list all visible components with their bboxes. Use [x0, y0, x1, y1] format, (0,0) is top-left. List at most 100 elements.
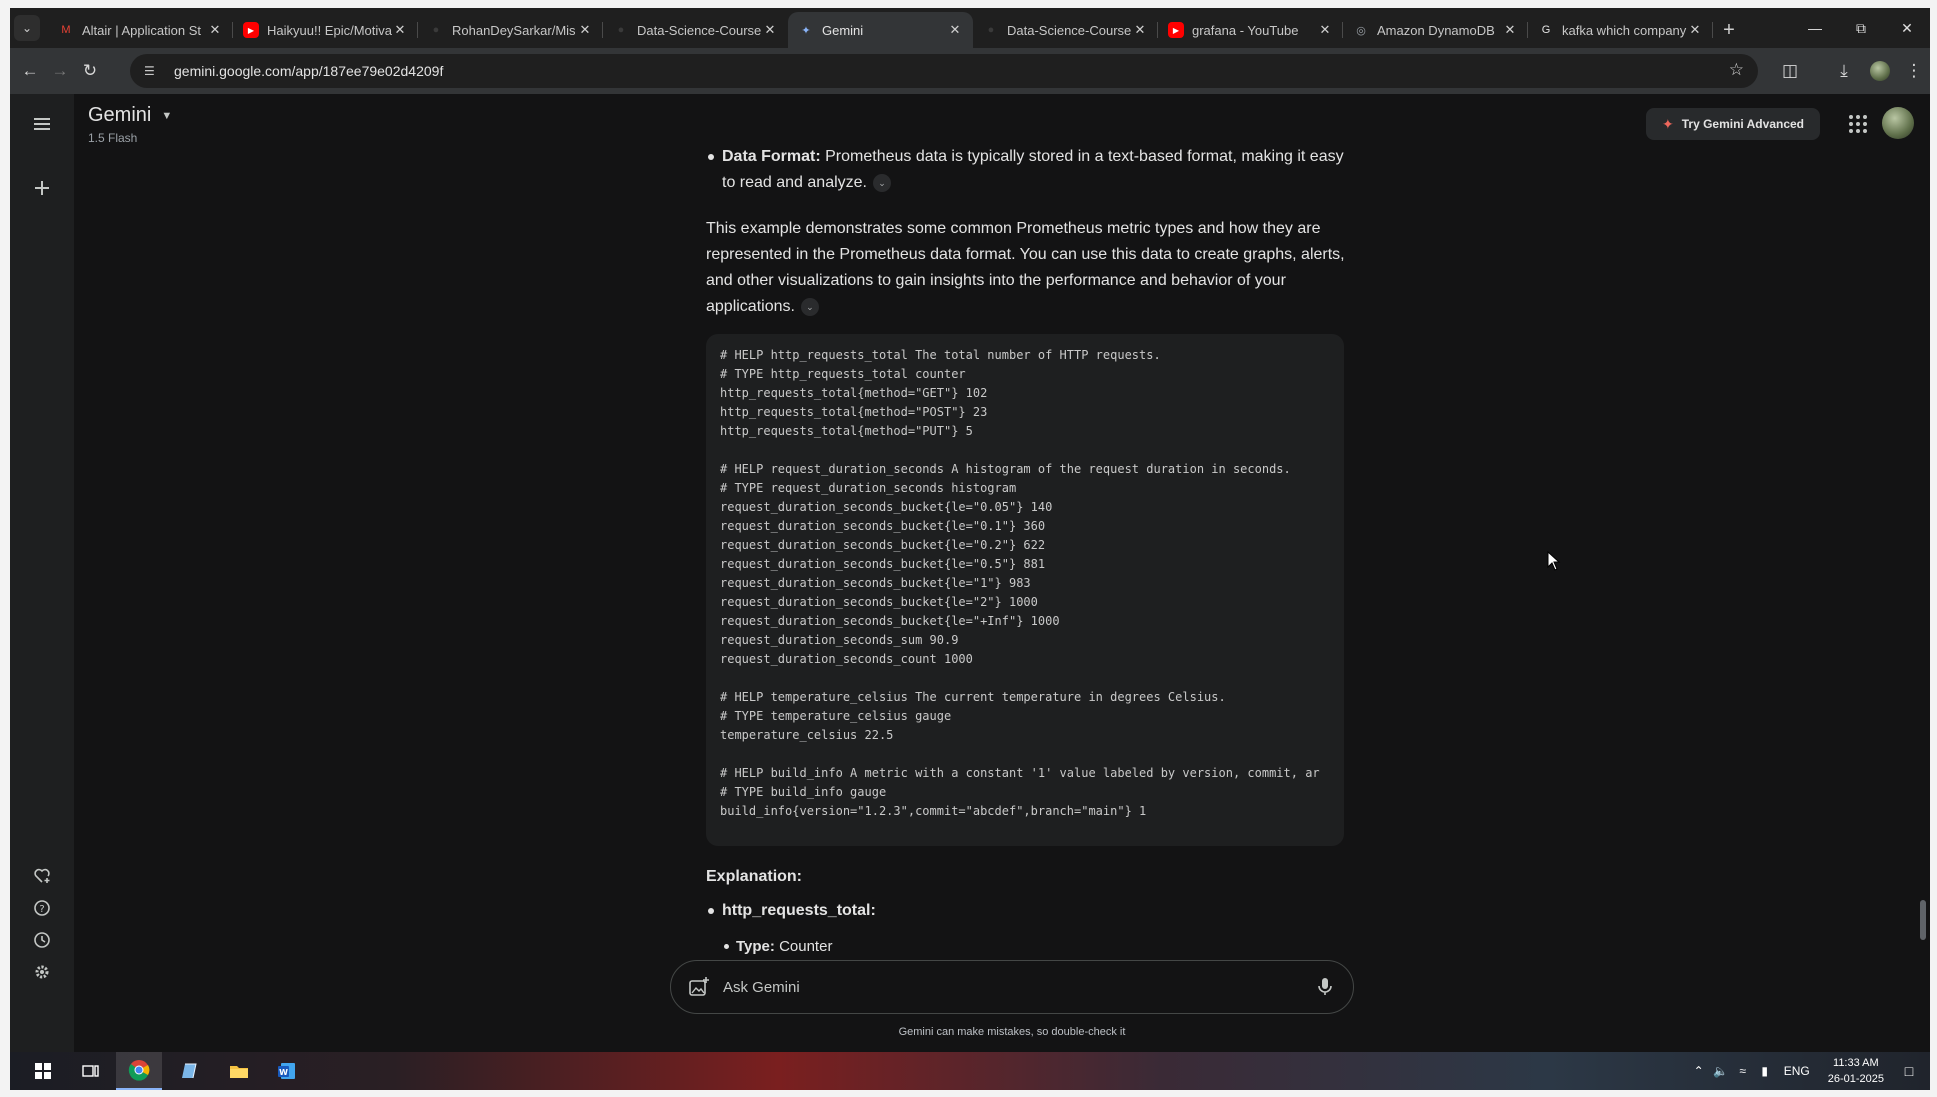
code-line: # HELP request_duration_seconds A histog…	[720, 462, 1291, 476]
model-name: 1.5 Flash	[88, 131, 138, 145]
history-icon	[34, 932, 50, 948]
tab-1[interactable]: M Altair | Application St ✕	[48, 12, 233, 48]
tab-7[interactable]: ▶ grafana - YouTube ✕	[1158, 12, 1343, 48]
extensions-button[interactable]: ◫	[1776, 57, 1804, 85]
url-text: gemini.google.com/app/187ee79e02d4209f	[174, 63, 444, 79]
list-item: http_requests_total:	[706, 898, 1356, 924]
try-advanced-button[interactable]: ✦ Try Gemini Advanced	[1646, 108, 1820, 140]
volume-icon[interactable]: 🔈	[1710, 1064, 1732, 1078]
code-block[interactable]: # HELP http_requests_total The total num…	[706, 334, 1344, 846]
code-line: http_requests_total{method="POST"} 23	[720, 405, 988, 419]
tab-2[interactable]: ▶ Haikyuu!! Epic/Motiva ✕	[233, 12, 418, 48]
back-button[interactable]: ←	[16, 57, 44, 85]
tab-search-button[interactable]: ⌄	[14, 15, 40, 41]
source-chip-icon[interactable]: ⌄	[873, 173, 891, 192]
address-bar[interactable]: ☰ gemini.google.com/app/187ee79e02d4209f…	[130, 54, 1758, 88]
close-window-button[interactable]: ✕	[1884, 8, 1930, 48]
help-button[interactable]: ?	[28, 894, 56, 922]
profile-button[interactable]	[1866, 57, 1894, 85]
taskbar-file-explorer[interactable]	[216, 1052, 262, 1090]
clock-time: 11:33 AM	[1833, 1057, 1879, 1069]
restore-button[interactable]: ⧉	[1838, 8, 1884, 48]
close-tab-icon[interactable]: ✕	[392, 22, 408, 38]
github-icon: ●	[987, 24, 995, 36]
gem-manager-button[interactable]	[28, 862, 56, 890]
github-icon: ●	[432, 24, 440, 36]
taskbar-word[interactable]: W	[264, 1052, 310, 1090]
gear-icon	[35, 965, 49, 979]
tab-5[interactable]: ✦ Gemini ✕	[788, 12, 973, 48]
hamburger-icon	[34, 118, 50, 130]
taskbar-app-notes[interactable]	[166, 1052, 212, 1090]
svg-text:?: ?	[39, 904, 44, 915]
close-tab-icon[interactable]: ✕	[947, 22, 963, 38]
activity-button[interactable]	[28, 926, 56, 954]
code-line: request_duration_seconds_count 1000	[720, 652, 973, 666]
tab-9[interactable]: Gkafka which company ✕	[1528, 12, 1713, 48]
profile-avatar-icon	[1870, 61, 1890, 81]
close-tab-icon[interactable]: ✕	[1317, 22, 1333, 38]
type-value: Counter	[774, 938, 833, 955]
chevron-up-icon[interactable]: ⌃	[1688, 1064, 1710, 1078]
bookmark-star-icon[interactable]: ☆	[1729, 60, 1744, 80]
windows-logo-icon	[35, 1063, 51, 1079]
code-line: # HELP http_requests_total The total num…	[720, 348, 1161, 362]
system-tray: ⌃ 🔈 ≈ ▮ ENG 11:33 AM 26-01-2025 □	[1688, 1052, 1930, 1090]
tab-list: M Altair | Application St ✕ ▶ Haikyuu!! Epic…	[48, 12, 1745, 48]
browser-menu-button[interactable]: ⋮	[1900, 57, 1928, 85]
prompt-input-box[interactable]	[670, 960, 1354, 1014]
battery-icon[interactable]: ▮	[1754, 1064, 1776, 1078]
close-tab-icon[interactable]: ✕	[1502, 22, 1518, 38]
settings-button[interactable]	[28, 958, 56, 986]
source-chip-icon[interactable]: ⌄	[800, 297, 819, 316]
mouse-cursor-icon	[1547, 551, 1561, 571]
tab-4[interactable]: ● Data-Science-Course ✕	[603, 12, 788, 48]
taskbar-chrome[interactable]	[116, 1052, 162, 1090]
code-line: # HELP build_info A metric with a consta…	[720, 766, 1320, 780]
windows-taskbar: W ⌃ 🔈 ≈ ▮ ENG 11:33 AM 26-01-2025 □	[10, 1052, 1930, 1090]
tab-strip: ⌄ M Altair | Application St ✕ ▶ Haikyuu!! Ep…	[10, 8, 1930, 48]
account-avatar[interactable]	[1882, 107, 1914, 139]
close-tab-icon[interactable]: ✕	[1687, 22, 1703, 38]
language-indicator[interactable]: ENG	[1784, 1064, 1810, 1078]
system-clock[interactable]: 11:33 AM 26-01-2025	[1828, 1055, 1884, 1087]
summary-paragraph: This example demonstrates some common Pr…	[706, 216, 1356, 320]
close-tab-icon[interactable]: ✕	[207, 22, 223, 38]
notes-app-icon	[182, 1063, 197, 1079]
window-controls: — ⧉ ✕	[1792, 8, 1930, 48]
tab-6[interactable]: ● Data-Science-Course ✕	[973, 12, 1158, 48]
new-tab-button[interactable]: +	[1713, 14, 1745, 46]
app-brand[interactable]: Gemini ▼ 1.5 Flash	[88, 104, 172, 145]
code-line: # TYPE http_requests_total counter	[720, 367, 966, 381]
clock-date: 26-01-2025	[1827, 1073, 1884, 1085]
code-line: # TYPE build_info gauge	[720, 785, 887, 799]
start-button[interactable]	[20, 1052, 66, 1090]
prompt-input[interactable]	[723, 978, 1313, 996]
tab-3[interactable]: ● RohanDeySarkar/Mis ✕	[418, 12, 603, 48]
scrollbar-thumb[interactable]	[1920, 900, 1926, 940]
minimize-button[interactable]: —	[1792, 8, 1838, 48]
plus-icon	[35, 181, 49, 195]
wifi-icon[interactable]: ≈	[1732, 1064, 1754, 1078]
add-image-icon[interactable]	[687, 975, 711, 999]
forward-button[interactable]: →	[46, 57, 74, 85]
tab-8[interactable]: ◎ Amazon DynamoDB ✕	[1343, 12, 1528, 48]
close-tab-icon[interactable]: ✕	[762, 22, 778, 38]
gemini-icon: ✦	[801, 24, 811, 37]
type-label: Type:	[736, 938, 775, 955]
close-tab-icon[interactable]: ✕	[1132, 22, 1148, 38]
new-chat-button[interactable]	[28, 174, 56, 202]
downloads-button[interactable]: ⤓	[1830, 57, 1858, 85]
tab-title: grafana - YouTube	[1192, 22, 1299, 38]
site-settings-icon[interactable]: ☰	[144, 62, 162, 80]
task-view-button[interactable]	[68, 1052, 114, 1090]
caret-down-icon[interactable]: ▼	[161, 110, 172, 122]
tab-title: Altair | Application St	[82, 22, 201, 38]
code-line: request_duration_seconds_bucket{le="0.1"…	[720, 519, 1046, 533]
close-tab-icon[interactable]: ✕	[577, 22, 593, 38]
main-menu-button[interactable]	[28, 110, 56, 138]
reload-button[interactable]: ↻	[76, 57, 104, 85]
google-apps-icon[interactable]	[1846, 112, 1870, 136]
notifications-icon[interactable]: □	[1898, 1063, 1920, 1079]
microphone-icon[interactable]	[1313, 975, 1337, 999]
